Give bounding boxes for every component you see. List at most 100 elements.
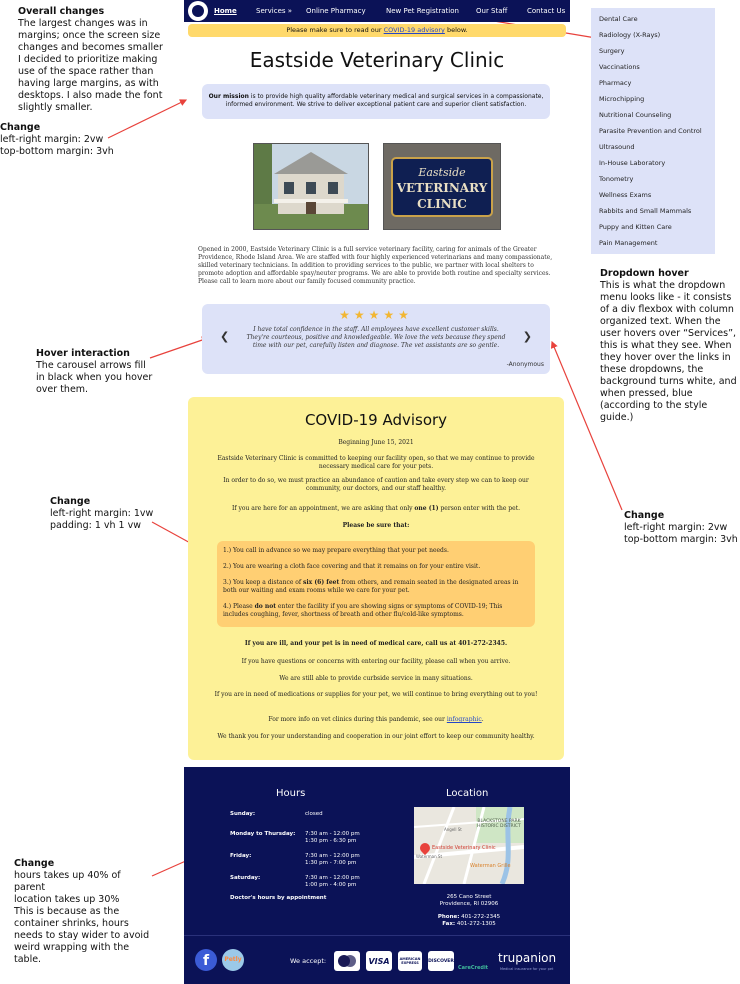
covid-text: For more info on vet clinics during this…: [268, 716, 447, 723]
facebook-icon[interactable]: f: [195, 949, 217, 971]
covid-text: .: [481, 716, 484, 723]
hours-day: Sunday:: [230, 811, 256, 817]
dropdown-item[interactable]: Microchipping: [599, 95, 644, 103]
dropdown-item[interactable]: Radiology (X-Rays): [599, 31, 660, 39]
hours-day: Friday:: [230, 853, 252, 859]
we-accept-label: We accept:: [290, 957, 327, 965]
dropdown-item[interactable]: Tonometry: [599, 175, 633, 183]
payment-bar: f Petly We accept: VISA AMERICAN EXPRESS…: [184, 945, 570, 975]
carousel-prev-arrow-icon[interactable]: ❮: [220, 330, 229, 343]
hours-day: Saturday:: [230, 875, 261, 881]
dropdown-item[interactable]: Ultrasound: [599, 143, 635, 151]
hours-time: 1:30 pm - 6:30 pm: [305, 838, 357, 844]
arrow-carousel: [149, 336, 210, 359]
covid-paragraph: We are still able to provide curbside se…: [279, 675, 473, 682]
dropdown-item[interactable]: Pharmacy: [599, 79, 631, 87]
location-title: Location: [446, 788, 489, 799]
location-map[interactable]: BLACKSTONE PARK HISTORIC DISTRICT Eastsi…: [414, 807, 524, 884]
navbar: Home Services » Online Pharmacy New Pet …: [184, 0, 570, 22]
discover-icon: DISCOVER: [428, 951, 454, 971]
covid-title: COVID-19 Advisory: [304, 411, 448, 429]
covid-thanks: We thank you for your understanding and …: [217, 733, 535, 740]
hours-time: 7:30 am - 12:00 pm: [305, 831, 360, 837]
fax-line: Fax: 401-272-1305: [414, 921, 524, 928]
hours-title: Hours: [276, 788, 306, 799]
map-street-label: Waterman St: [416, 854, 443, 859]
infographic-link[interactable]: infographic: [447, 716, 482, 723]
dropdown-item[interactable]: Dental Care: [599, 15, 638, 23]
covid-rules-box: 1.) You call in advance so we may prepar…: [217, 541, 535, 627]
page-title: Eastside Veterinary Clinic: [249, 48, 505, 72]
mastercard-circles: [338, 955, 356, 967]
hours-time: closed: [305, 811, 323, 817]
arrow-mission: [107, 99, 188, 139]
phone-line: Phone: 401-272-2345: [414, 914, 524, 921]
mastercard-icon: [334, 951, 360, 971]
covid-paragraph: Eastside Veterinary Clinic is committed …: [217, 455, 535, 470]
dropdown-item[interactable]: In-House Laboratory: [599, 159, 665, 167]
advisory-banner: Please make sure to read our COVID-19 ad…: [188, 24, 566, 37]
address-line2: Providence, RI 02906: [439, 901, 499, 907]
covid-advisory: COVID-19 Advisory Beginning June 15, 202…: [188, 397, 564, 760]
dropdown-item[interactable]: Surgery: [599, 47, 624, 55]
banner-suffix: below.: [444, 26, 468, 34]
hours-time: 1:00 pm - 4:00 pm: [305, 882, 357, 888]
dropdown-item[interactable]: Nutritional Counseling: [599, 111, 671, 119]
hours-time: 7:30 am - 12:00 pm: [305, 875, 360, 881]
covid-rule: 4.) Please do not enter the facility if …: [223, 603, 529, 619]
covid-paragraph: If you have questions or concerns with e…: [241, 658, 511, 665]
star-rating: ★★★★★: [339, 308, 413, 322]
banner-prefix: Please make sure to read our: [286, 26, 384, 34]
logo-mark: [192, 5, 204, 17]
hours-time: 1:30 pm - 7:00 pm: [305, 860, 357, 866]
address-line1: 265 Cano Street: [446, 894, 492, 900]
covid-text: person enter with the pet.: [438, 505, 521, 512]
clinic-logo[interactable]: [188, 1, 208, 21]
carecredit-icon: CareCredit: [457, 965, 489, 971]
nav-services[interactable]: Services »: [256, 7, 292, 15]
covid-paragraph: If you are in need of medications or sup…: [214, 691, 538, 698]
services-dropdown: Dental Care Radiology (X-Rays) Surgery V…: [591, 8, 715, 254]
covid-emphasis: six (6) feet: [303, 579, 340, 586]
nav-new-pet-registration[interactable]: New Pet Registration: [386, 7, 459, 15]
fax-number: 401-272-1305: [456, 921, 496, 927]
covid-rule: 1.) You call in advance so we may prepar…: [223, 547, 449, 554]
map-place-label: Waterman Grille: [470, 863, 511, 869]
phone-number[interactable]: 401-272-2345: [461, 914, 500, 920]
dropdown-item[interactable]: Pain Management: [599, 239, 657, 247]
covid-emphasis: do not: [254, 603, 277, 610]
carousel-next-arrow-icon[interactable]: ❯: [523, 330, 532, 343]
map-pin-label: Eastside Veterinary Clinic: [432, 845, 496, 851]
nav-home[interactable]: Home: [214, 7, 237, 15]
nav-contact-us[interactable]: Contact Us: [527, 7, 565, 15]
amex-icon: AMERICAN EXPRESS: [398, 951, 422, 971]
covid-paragraph: In order to do so, we must practice an a…: [223, 477, 529, 492]
banner-covid-link[interactable]: COVID-19 advisory: [384, 26, 445, 34]
petly-icon[interactable]: Petly: [222, 949, 244, 971]
nav-our-staff[interactable]: Our Staff: [476, 7, 507, 15]
clinic-building-photo: [253, 143, 369, 230]
dropdown-item[interactable]: Parasite Prevention and Control: [599, 127, 702, 135]
nav-online-pharmacy[interactable]: Online Pharmacy: [306, 7, 366, 15]
clinic-sign-photo: Eastside VETERINARY CLINIC: [383, 143, 501, 230]
review-quote: I have total confidence in the staff. Al…: [246, 326, 506, 349]
dropdown-item[interactable]: Rabbits and Small Mammals: [599, 207, 691, 215]
dropdown-item[interactable]: Vaccinations: [599, 63, 640, 71]
dropdown-item[interactable]: Wellness Exams: [599, 191, 651, 199]
footer: Hours Location Sunday: closed Monday to …: [184, 767, 570, 984]
covid-emphasis: one (1): [414, 505, 439, 512]
covid-text: 3.) You keep a distance of: [223, 579, 304, 586]
visa-icon: VISA: [366, 951, 392, 971]
covid-text: 4.) Please: [223, 603, 255, 610]
map-street-label: Angell St: [444, 827, 462, 832]
doctor-hours-note: Doctor's hours by appointment: [230, 895, 327, 901]
covid-date: Beginning June 15, 2021: [338, 439, 414, 446]
covid-paragraph: If you are here for an appointment, we a…: [208, 505, 544, 513]
map-district-label: BLACKSTONE PARK HISTORIC DISTRICT: [477, 819, 521, 829]
about-paragraph: Opened in 2000, Eastside Veterinary Clin…: [198, 246, 553, 285]
covid-text: If you are here for an appointment, we a…: [231, 505, 415, 512]
covid-paragraph: For more info on vet clinics during this…: [208, 716, 544, 724]
fax-label: Fax:: [442, 921, 456, 927]
svg-text:VETERINARY: VETERINARY: [396, 181, 488, 195]
dropdown-item[interactable]: Puppy and Kitten Care: [599, 223, 672, 231]
